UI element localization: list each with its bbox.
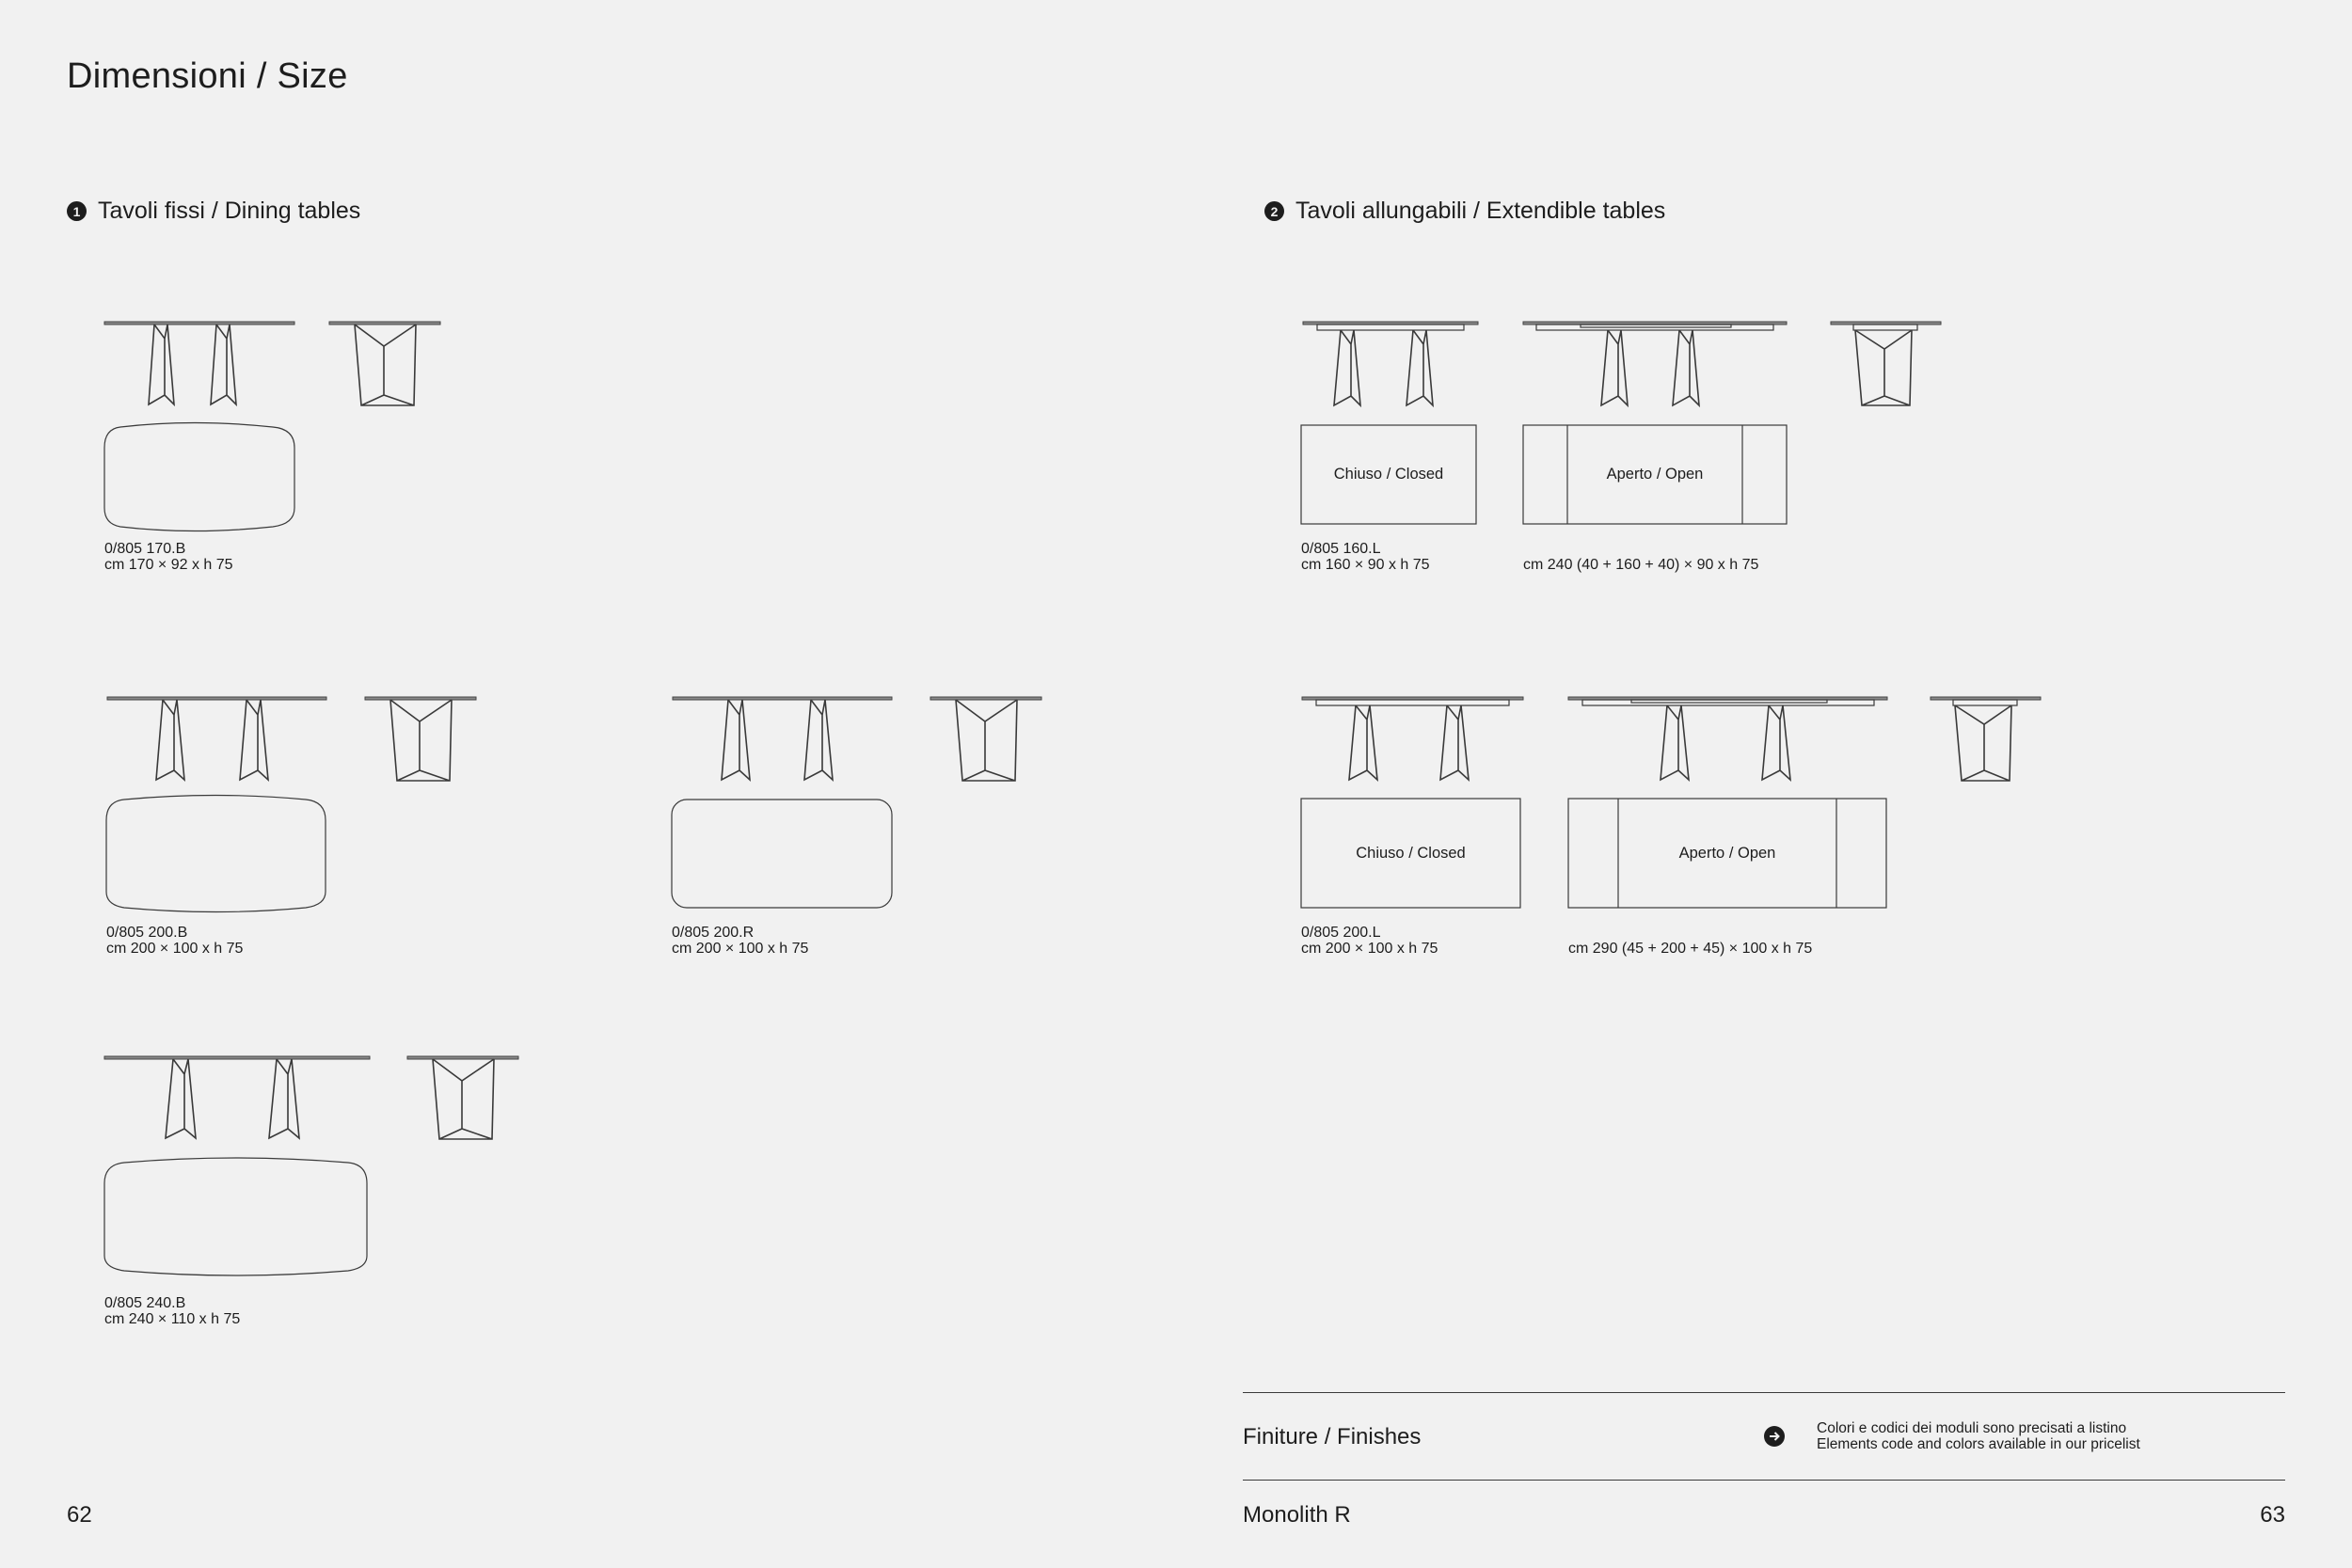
page-number-right: 63 bbox=[2260, 1502, 2285, 1528]
table-code: 0/805 240.B bbox=[104, 1295, 186, 1311]
table-side-drawing bbox=[930, 696, 1042, 782]
table-top-view-drawing bbox=[105, 794, 326, 913]
table-open-elevation-drawing bbox=[1522, 321, 1788, 408]
finishes-note: Colori e codici dei moduli sono precisat… bbox=[1817, 1420, 2140, 1452]
table-side-drawing bbox=[1830, 321, 1942, 406]
closed-label: Chiuso / Closed bbox=[1356, 844, 1466, 862]
table-code: 0/805 200.B bbox=[106, 925, 188, 941]
table-code: 0/805 200.R bbox=[672, 925, 755, 941]
table-elevation-drawing bbox=[672, 696, 893, 782]
table-elevation-drawing bbox=[106, 696, 327, 782]
table-code: 0/805 200.L bbox=[1301, 925, 1381, 941]
table-caption: 0/805 200.L cm 200 × 100 x h 75 bbox=[1301, 925, 1438, 957]
table-side-drawing bbox=[328, 321, 441, 406]
table-elevation-drawing bbox=[103, 1055, 371, 1140]
table-side-drawing bbox=[1930, 696, 2042, 782]
table-size: cm 240 × 110 x h 75 bbox=[104, 1311, 241, 1327]
divider bbox=[1243, 1480, 2285, 1481]
table-size: cm 200 × 100 x h 75 bbox=[672, 941, 809, 957]
table-open-size: cm 240 (40 + 160 + 40) × 90 x h 75 bbox=[1523, 557, 1759, 573]
table-size: cm 200 × 100 x h 75 bbox=[1301, 941, 1438, 957]
table-size: cm 170 × 92 x h 75 bbox=[104, 557, 233, 573]
closed-label: Chiuso / Closed bbox=[1333, 466, 1444, 483]
note-line: Elements code and colors available in ou… bbox=[1817, 1436, 2140, 1452]
table-side-drawing bbox=[364, 696, 477, 782]
table-caption: 0/805 200.B cm 200 × 100 x h 75 bbox=[106, 925, 243, 957]
table-code: 0/805 170.B bbox=[104, 541, 186, 557]
table-caption: 0/805 200.R cm 200 × 100 x h 75 bbox=[672, 925, 808, 957]
table-caption: 0/805 160.L cm 160 × 90 x h 75 bbox=[1301, 541, 1430, 573]
table-elevation-drawing bbox=[1301, 696, 1524, 782]
table-size: cm 160 × 90 x h 75 bbox=[1301, 557, 1430, 573]
table-caption: 0/805 170.B cm 170 × 92 x h 75 bbox=[104, 541, 233, 573]
table-size: cm 200 × 100 x h 75 bbox=[106, 941, 244, 957]
arrow-right-circle-icon bbox=[1764, 1426, 1785, 1447]
table-elevation-drawing bbox=[103, 321, 295, 407]
table-top-view-drawing bbox=[103, 421, 295, 532]
table-top-view-drawing bbox=[103, 1157, 368, 1276]
table-elevation-drawing bbox=[1302, 321, 1479, 408]
open-label: Aperto / Open bbox=[1606, 466, 1704, 483]
table-open-elevation-drawing bbox=[1567, 696, 1888, 782]
table-code: 0/805 160.L bbox=[1301, 541, 1381, 557]
table-side-drawing bbox=[406, 1055, 519, 1140]
technical-drawings bbox=[103, 321, 2042, 1276]
page-number-left: 62 bbox=[67, 1502, 92, 1528]
note-line: Colori e codici dei moduli sono precisat… bbox=[1817, 1420, 2127, 1436]
finishes-label: Finiture / Finishes bbox=[1243, 1424, 1422, 1449]
product-name: Monolith R bbox=[1243, 1502, 1351, 1528]
table-open-size: cm 290 (45 + 200 + 45) × 100 x h 75 bbox=[1568, 941, 1813, 957]
open-label: Aperto / Open bbox=[1678, 844, 1776, 862]
divider bbox=[1243, 1392, 2285, 1393]
table-caption: 0/805 240.B cm 240 × 110 x h 75 bbox=[104, 1295, 240, 1327]
table-top-view-drawing bbox=[671, 799, 893, 909]
